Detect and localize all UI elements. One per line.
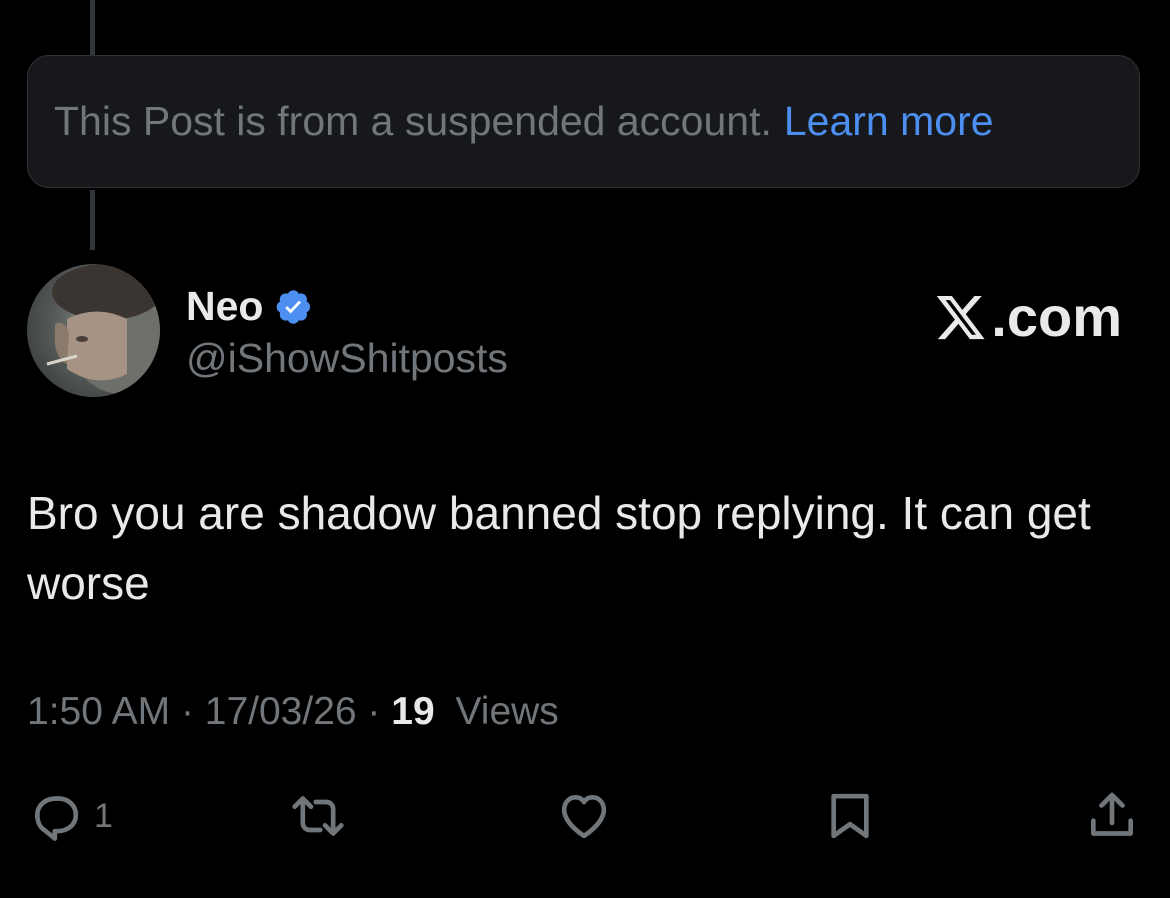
meta-separator: ·	[367, 690, 392, 733]
x-logo-icon	[937, 295, 985, 339]
meta-separator: ·	[180, 690, 205, 733]
views-count[interactable]: 19	[391, 690, 434, 733]
post-time[interactable]: 1:50 AM	[27, 690, 170, 733]
x-watermark: .com	[933, 284, 1122, 349]
author-handle[interactable]: @iShowShitposts	[186, 335, 508, 382]
share-button[interactable]	[1084, 788, 1140, 844]
post-date[interactable]: 17/03/26	[205, 690, 357, 733]
post-meta: 1:50 AM · 17/03/26 · 19 Views	[27, 690, 559, 734]
verified-badge-icon	[277, 289, 311, 324]
post-text: Bro you are shadow banned stop replying.…	[27, 487, 1091, 609]
author-name-row[interactable]: Neo	[186, 283, 313, 330]
repost-button[interactable]	[290, 788, 346, 844]
learn-more-link[interactable]: Learn more	[784, 98, 994, 145]
reply-button[interactable]: 1	[28, 788, 113, 844]
suspended-notice-text: This Post is from a suspended account.	[54, 98, 772, 144]
avatar[interactable]	[27, 264, 160, 397]
bookmark-icon	[831, 793, 869, 839]
like-icon	[561, 795, 607, 839]
avatar-image	[46, 264, 160, 394]
suspended-post-notice: This Post is from a suspended account. L…	[27, 55, 1140, 188]
repost-icon	[292, 796, 344, 836]
thread-line-top	[90, 0, 95, 55]
share-icon	[1091, 792, 1133, 836]
bookmark-button[interactable]	[822, 788, 878, 844]
author-name: Neo	[186, 283, 264, 329]
watermark-text: .com	[991, 285, 1122, 348]
like-button[interactable]	[556, 788, 612, 844]
reply-icon	[35, 796, 79, 841]
views-label: Views	[455, 690, 559, 733]
thread-line-connector	[90, 190, 95, 250]
reply-count: 1	[94, 796, 113, 835]
